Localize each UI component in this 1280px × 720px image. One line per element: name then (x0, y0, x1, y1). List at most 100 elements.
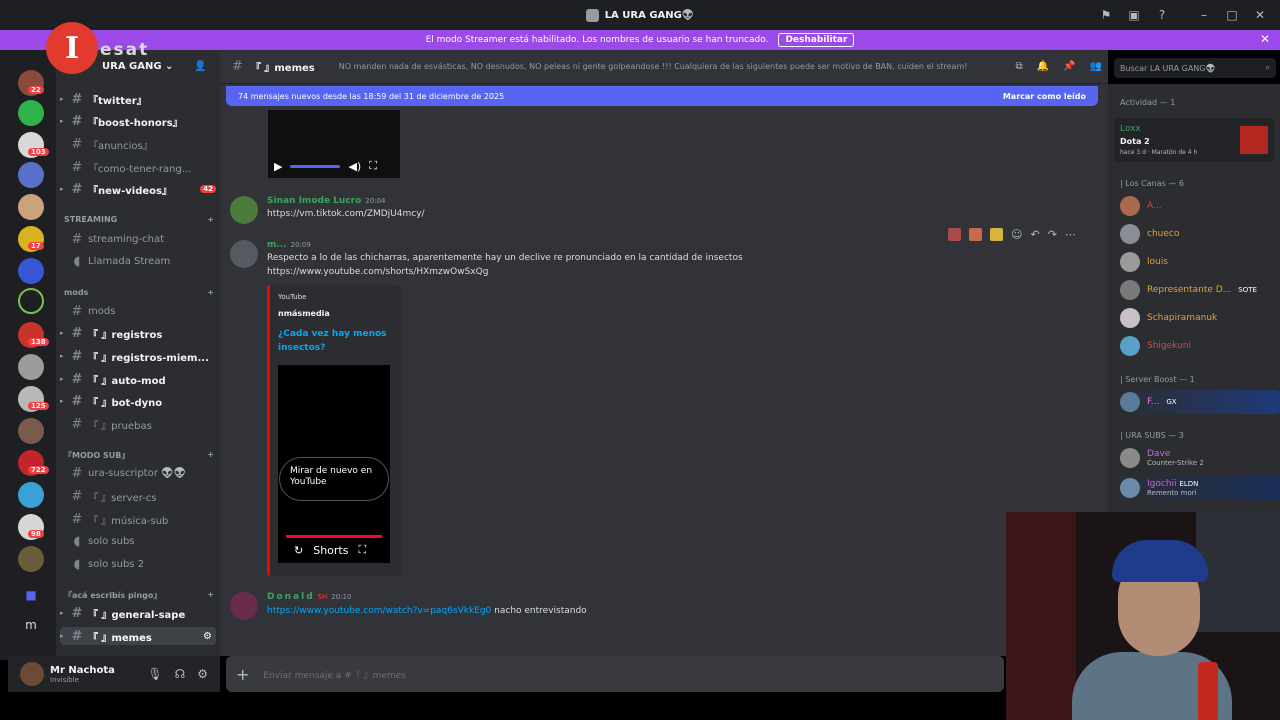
pin-icon[interactable]: 📌 (1063, 61, 1075, 72)
folder-icon[interactable]: ■ (18, 582, 44, 608)
member[interactable]: Schapiramanuk (1120, 306, 1280, 330)
inbox-icon[interactable]: ⚑ (1094, 8, 1118, 22)
channel-anuncios[interactable]: # 『anuncios』 (60, 135, 216, 153)
channel-topic[interactable]: NO manden nada de esvásticas, NO desnudo… (339, 62, 968, 71)
play-icon[interactable]: ▶ (274, 160, 282, 173)
settings-icon[interactable]: ⚙ (203, 631, 212, 642)
member[interactable]: Shigekuni (1120, 334, 1280, 358)
avatar[interactable] (20, 662, 44, 686)
channel-bot-dyno[interactable]: ▸ # 『 』bot-dyno (60, 392, 216, 410)
microphone-icon[interactable]: 🎙 (147, 667, 162, 681)
gear-icon[interactable]: ⚙ (197, 667, 208, 681)
disable-streamer-button[interactable]: Deshabilitar (778, 33, 855, 47)
avatar[interactable] (230, 592, 258, 620)
close-banner-icon[interactable]: ✕ (1260, 32, 1270, 46)
embed-player[interactable]: Mirar de nuevo en YouTube ↻ Shorts ⛶ (278, 365, 390, 563)
headphones-icon[interactable]: ☊ (175, 667, 186, 681)
embed-provider[interactable]: YouTube (278, 293, 306, 301)
maximize-icon[interactable]: □ (1220, 8, 1244, 22)
watch-on-youtube-button[interactable]: Mirar de nuevo en YouTube (279, 457, 389, 501)
channel-ura-suscriptor[interactable]: # ura-suscriptor 👽👽 (60, 464, 216, 482)
channel-auto-mod[interactable]: ▸ # 『 』auto-mod (60, 370, 216, 388)
reaction-icon[interactable] (948, 228, 961, 241)
channel-general-sape[interactable]: ▸ # 『 』general-sape (60, 604, 216, 622)
channel-boost-honors[interactable]: ▸ # 『boost-honors』 (60, 112, 216, 130)
server-icon[interactable] (18, 162, 44, 188)
help-icon[interactable]: ? (1150, 8, 1174, 22)
server-icon[interactable] (18, 546, 44, 572)
add-channel-icon[interactable]: + (207, 590, 214, 601)
channel-twitter[interactable]: ▸ # 『twitter』 (60, 90, 216, 108)
add-channel-icon[interactable]: + (207, 450, 214, 461)
member[interactable]: Igochii ELDN Remento mori (1120, 476, 1280, 500)
bell-icon[interactable]: 🔔 (1037, 61, 1049, 72)
replay-icon[interactable]: ↻ (294, 544, 303, 557)
fullscreen-icon[interactable]: ⛶ (369, 159, 377, 173)
add-channel-icon[interactable]: + (207, 288, 214, 297)
server-icon[interactable] (18, 100, 44, 126)
volume-bar[interactable] (290, 164, 341, 168)
reply-icon[interactable]: ↶ (1030, 228, 1039, 241)
channel-server-cs[interactable]: # 『 』server-cs (60, 487, 216, 505)
message-input[interactable]: + Enviar mensaje a #『 』memes (226, 656, 1004, 692)
server-icon[interactable] (18, 354, 44, 380)
embed-author[interactable]: nmásmedia (278, 309, 330, 318)
channel-memes[interactable]: ▸ # 『 』memes ⚙ (60, 627, 216, 645)
channel-streaming-chat[interactable]: # streaming-chat (60, 230, 216, 248)
channel-new-videos[interactable]: ▸ # 『new-videos』 42 (60, 180, 216, 198)
category-aca-escribis[interactable]: 『acá escribís pingo』 + (64, 590, 214, 601)
channel-solo-subs[interactable]: ◖ solo subs (60, 532, 216, 550)
channel-solo-subs-2[interactable]: ◖ solo subs 2 (60, 555, 216, 573)
reaction-icon[interactable] (969, 228, 982, 241)
message-author[interactable]: Donald (267, 592, 315, 602)
server-icon[interactable] (18, 194, 44, 220)
member[interactable]: A... (1120, 194, 1280, 218)
fullscreen-icon[interactable]: ⛶ (358, 543, 366, 557)
server-icon[interactable] (18, 418, 44, 444)
member[interactable]: Representante D... SOTE (1120, 278, 1280, 302)
members-icon[interactable]: 👥 (1090, 61, 1102, 72)
channel-llamada-stream[interactable]: ◖ Llamada Stream (60, 252, 216, 270)
server-icon[interactable] (18, 482, 44, 508)
avatar[interactable] (230, 196, 258, 224)
server-icon[interactable] (18, 288, 44, 314)
channel-pruebas[interactable]: # 『 』pruebas (60, 415, 216, 433)
member[interactable]: chueco (1120, 222, 1280, 246)
mark-as-read-button[interactable]: Marcar como leído (1003, 92, 1086, 101)
reaction-icon[interactable] (990, 228, 1003, 241)
server-name-header[interactable]: URA GANG ⌄ 👤 (102, 61, 207, 72)
embed-title[interactable]: ¿Cada vez hay menos insectos? (278, 327, 396, 355)
channel-mods[interactable]: # mods (60, 302, 216, 320)
server-icon[interactable] (18, 258, 44, 284)
threads-icon[interactable]: ⧉ (1016, 61, 1023, 72)
emoji-icon[interactable]: ☺ (1011, 228, 1022, 241)
message-link[interactable]: https://www.youtube.com/shorts/HXmzwOwSx… (267, 267, 488, 277)
server-icon[interactable]: m (18, 612, 44, 638)
message-author[interactable]: m... (267, 240, 287, 250)
new-messages-bar[interactable]: 74 mensajes nuevos desde las 18:59 del 3… (226, 86, 1098, 106)
channel-como-tener-rango[interactable]: # 『como-tener-rang... (60, 158, 216, 176)
channel-registros-miembros[interactable]: ▸ # 『 』registros-miem... (60, 347, 216, 365)
minimize-icon[interactable]: – (1192, 8, 1216, 22)
add-channel-icon[interactable]: + (207, 215, 214, 224)
message-author[interactable]: Sinan Imode Lucro (267, 196, 361, 206)
avatar[interactable] (230, 240, 258, 268)
message-link[interactable]: https://vm.tiktok.com/ZMDjU4mcy/ (267, 209, 425, 219)
member[interactable]: louis (1120, 250, 1280, 274)
category-streaming[interactable]: STREAMING + (64, 215, 214, 224)
message-link[interactable]: https://www.youtube.com/watch?v=paq6sVkk… (267, 606, 491, 616)
volume-icon[interactable]: ◀) (348, 160, 361, 173)
channel-musica-sub[interactable]: # 『 』música-sub (60, 510, 216, 528)
category-modo-sub[interactable]: 『MODO SUB』 + (64, 450, 214, 461)
add-attachment-icon[interactable]: + (236, 665, 249, 684)
forward-icon[interactable]: ↷ (1048, 228, 1057, 241)
category-mods[interactable]: mods + (64, 288, 214, 297)
close-window-icon[interactable]: ✕ (1248, 8, 1272, 22)
more-icon[interactable]: ⋯ (1065, 228, 1076, 241)
screen-icon[interactable]: ▣ (1122, 8, 1146, 22)
user-info[interactable]: Mr Nachota Invisible (50, 665, 115, 684)
activity-card[interactable]: Loxx Dota 2 hace 3 d · Maratón de 4 h (1114, 118, 1274, 162)
search-input[interactable]: Buscar LA URA GANG👽 ⌕ (1114, 58, 1276, 78)
member[interactable]: F... GX (1120, 390, 1280, 414)
member[interactable]: Dave Counter-Strike 2 (1120, 446, 1280, 470)
